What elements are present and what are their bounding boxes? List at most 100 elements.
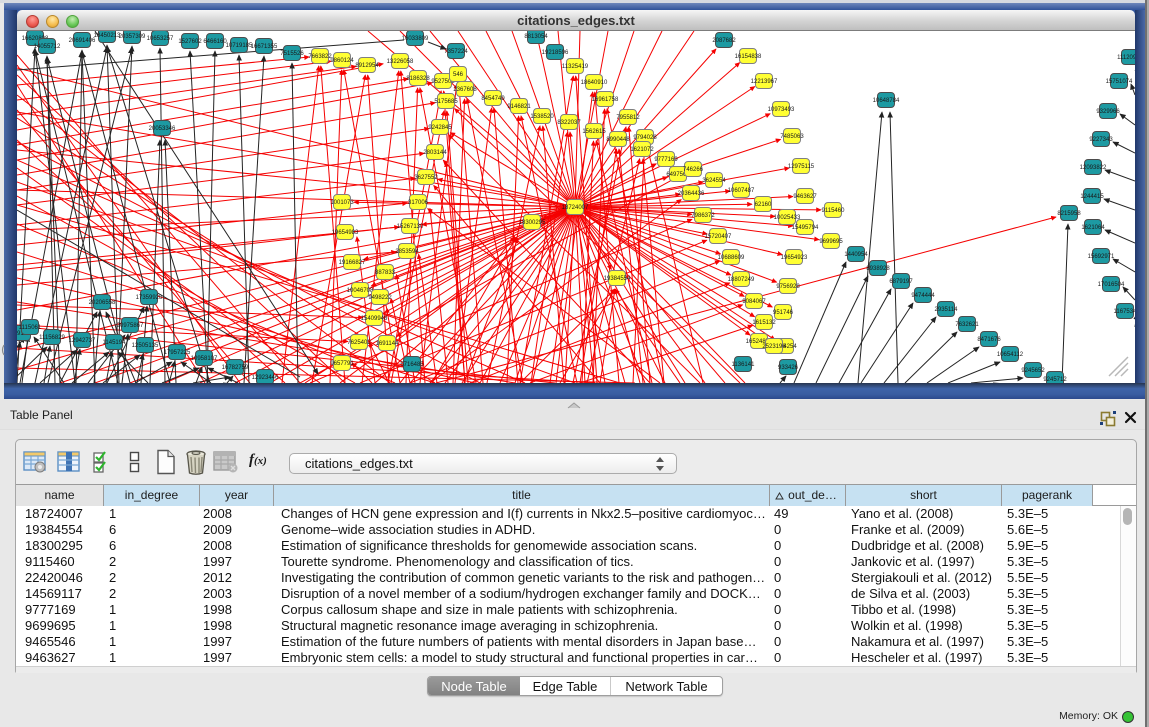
svg-text:1691144: 1691144 xyxy=(376,341,400,347)
svg-text:1615132: 1615132 xyxy=(752,320,776,326)
svg-text:20357309: 20357309 xyxy=(119,34,146,40)
svg-text:18807249: 18807249 xyxy=(728,277,755,283)
svg-text:18640910: 18640910 xyxy=(581,80,608,86)
svg-text:1244415: 1244415 xyxy=(1080,194,1104,200)
svg-text:8215958: 8215958 xyxy=(1057,211,1081,217)
svg-text:18300295: 18300295 xyxy=(519,220,546,226)
svg-text:8186328: 8186328 xyxy=(406,76,430,82)
svg-text:16154838: 16154838 xyxy=(735,54,762,60)
svg-text:5175685: 5175685 xyxy=(434,99,458,105)
svg-text:9245712: 9245712 xyxy=(1043,377,1067,383)
svg-text:2523196: 2523196 xyxy=(762,344,786,350)
svg-text:8912954: 8912954 xyxy=(355,63,379,69)
svg-text:2853594: 2853594 xyxy=(395,249,419,255)
svg-text:7986372: 7986372 xyxy=(691,213,715,219)
svg-text:19654983: 19654983 xyxy=(332,230,359,236)
svg-text:10607487: 10607487 xyxy=(728,188,755,194)
svg-text:9329966: 9329966 xyxy=(1096,109,1120,115)
svg-text:10653257: 10653257 xyxy=(147,36,174,42)
svg-text:15692971: 15692971 xyxy=(1088,254,1115,260)
svg-text:7663822: 7663822 xyxy=(308,54,332,60)
svg-text:20364436: 20364436 xyxy=(678,191,705,197)
svg-text:16671355: 16671355 xyxy=(251,44,278,50)
svg-text:2803144: 2803144 xyxy=(423,150,447,156)
svg-text:15720407: 15720407 xyxy=(705,234,732,240)
svg-text:12923446: 12923446 xyxy=(252,375,279,381)
svg-text:19384554: 19384554 xyxy=(604,276,631,282)
svg-text:1145194: 1145194 xyxy=(103,340,127,346)
svg-text:11120931: 11120931 xyxy=(1117,55,1135,61)
svg-text:1136141: 1136141 xyxy=(732,362,756,368)
svg-text:7515526: 7515526 xyxy=(280,51,304,57)
svg-text:12093822: 12093822 xyxy=(1080,165,1107,171)
svg-text:12942737: 12942737 xyxy=(69,338,96,344)
svg-text:5716485: 5716485 xyxy=(400,362,424,368)
svg-text:13226058: 13226058 xyxy=(387,59,414,65)
svg-text:9474444: 9474444 xyxy=(911,293,935,299)
svg-text:1621064: 1621064 xyxy=(1081,225,1105,231)
svg-text:19654923: 19654923 xyxy=(781,255,808,261)
svg-text:18450213: 18450213 xyxy=(94,33,121,39)
svg-text:10958107: 10958107 xyxy=(191,356,218,362)
svg-text:1621072: 1621072 xyxy=(630,147,654,153)
svg-text:8990448: 8990448 xyxy=(606,137,630,143)
svg-text:6879197: 6879197 xyxy=(889,279,913,285)
svg-text:9463627: 9463627 xyxy=(793,194,817,200)
svg-text:8471676: 8471676 xyxy=(977,337,1001,343)
svg-text:20691406: 20691406 xyxy=(69,38,96,44)
svg-text:8938928: 8938928 xyxy=(866,266,890,272)
svg-text:16961758: 16961758 xyxy=(592,97,619,103)
svg-text:317006: 317006 xyxy=(408,200,429,206)
svg-text:7632621: 7632621 xyxy=(955,322,979,328)
svg-text:1167534: 1167534 xyxy=(1114,309,1135,315)
svg-text:9699695: 9699695 xyxy=(819,239,843,245)
svg-text:6466160: 6466160 xyxy=(203,39,227,45)
svg-text:17359928: 17359928 xyxy=(136,295,163,301)
svg-text:546: 546 xyxy=(453,72,464,78)
svg-text:1115061: 1115061 xyxy=(19,325,42,331)
svg-text:10648784: 10648784 xyxy=(873,98,900,104)
svg-text:7625402: 7625402 xyxy=(347,340,371,346)
svg-text:8813054: 8813054 xyxy=(524,34,548,40)
svg-text:9860124: 9860124 xyxy=(330,58,354,64)
svg-text:11325419: 11325419 xyxy=(562,64,589,70)
svg-text:11156829: 11156829 xyxy=(39,335,65,341)
svg-text:15409948: 15409948 xyxy=(361,316,388,322)
svg-text:7485063: 7485063 xyxy=(780,134,804,140)
svg-text:933426: 933426 xyxy=(778,365,799,371)
svg-text:8454749: 8454749 xyxy=(481,96,505,102)
svg-text:887833: 887833 xyxy=(375,270,396,276)
svg-text:1527602: 1527602 xyxy=(178,39,202,45)
svg-text:10654112: 10654112 xyxy=(997,352,1024,358)
svg-text:9657791: 9657791 xyxy=(330,361,354,367)
svg-text:1001073: 1001073 xyxy=(330,200,354,206)
svg-text:9498222: 9498222 xyxy=(368,295,392,301)
svg-text:2087682: 2087682 xyxy=(712,38,736,44)
svg-text:17957225: 17957225 xyxy=(164,350,191,356)
svg-text:17016504: 17016504 xyxy=(1098,282,1125,288)
svg-text:12505135: 12505135 xyxy=(132,343,159,349)
svg-text:746266: 746266 xyxy=(683,167,704,173)
svg-text:10046708: 10046708 xyxy=(347,288,374,294)
svg-text:15751074: 15751074 xyxy=(1106,79,1133,85)
svg-text:18724007: 18724007 xyxy=(562,205,589,211)
svg-text:2935114: 2935114 xyxy=(935,307,959,313)
svg-text:62160: 62160 xyxy=(755,202,772,208)
svg-text:1538520: 1538520 xyxy=(530,114,554,120)
svg-text:12975115: 12975115 xyxy=(788,164,815,170)
svg-text:9115460: 9115460 xyxy=(822,208,846,214)
svg-text:9794028: 9794028 xyxy=(633,135,657,141)
svg-text:9245652: 9245652 xyxy=(1021,368,1045,374)
svg-text:2367608: 2367608 xyxy=(453,87,477,93)
svg-text:7955812: 7955812 xyxy=(616,115,640,121)
svg-text:20053346: 20053346 xyxy=(149,126,176,132)
svg-text:9242845: 9242845 xyxy=(428,125,452,131)
svg-text:7357224: 7357224 xyxy=(444,49,468,55)
svg-text:19166827: 19166827 xyxy=(339,260,366,266)
svg-text:15267130: 15267130 xyxy=(397,224,424,230)
svg-text:14055712: 14055712 xyxy=(34,44,61,50)
svg-text:20206558: 20206558 xyxy=(89,300,116,306)
svg-text:3627552: 3627552 xyxy=(414,175,438,181)
svg-text:9084067: 9084067 xyxy=(742,299,766,305)
svg-text:9756928: 9756928 xyxy=(776,284,800,290)
